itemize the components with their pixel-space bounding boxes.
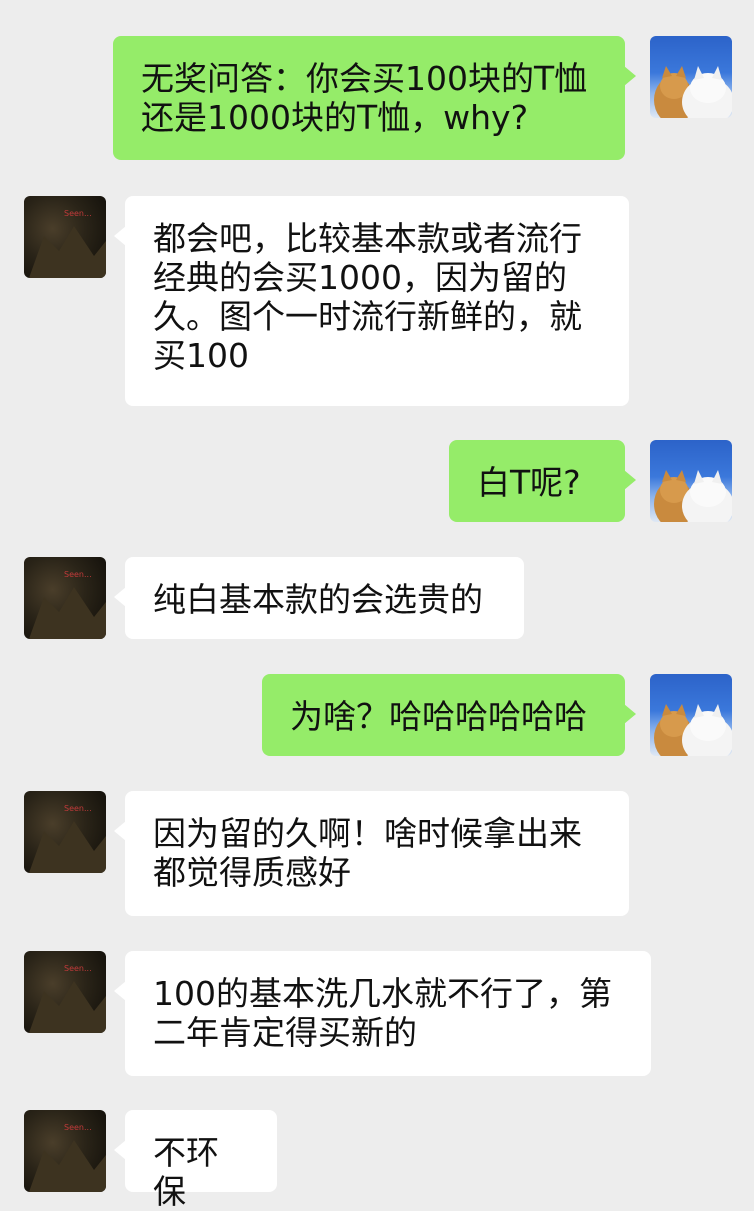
svg-text:Seen...: Seen... xyxy=(64,964,92,973)
contact-avatar[interactable]: Seen... xyxy=(24,557,106,639)
message-bubble-4[interactable]: 纯白基本款的会选贵的 xyxy=(114,557,524,639)
dark-photo-avatar-icon: Seen... xyxy=(29,209,106,278)
dark-photo-avatar-icon: Seen... xyxy=(29,804,106,873)
message-bubble-6[interactable]: 因为留的久啊！啥时候拿出来 都觉得质感好 xyxy=(114,791,629,916)
message-bubble-7[interactable]: 100的基本洗几水就不行了，第 二年肯定得买新的 xyxy=(114,951,651,1076)
contact-avatar[interactable]: Seen... xyxy=(24,951,106,1033)
svg-text:Seen...: Seen... xyxy=(64,804,92,813)
my-avatar[interactable] xyxy=(650,36,732,118)
message-bubble-2[interactable]: 都会吧，比较基本款或者流行 经典的会买1000，因为留的 久。图个一时流行新鲜的… xyxy=(114,196,629,406)
dark-photo-avatar-icon: Seen... xyxy=(29,964,106,1033)
message-bubble-3[interactable]: 白T呢? xyxy=(449,440,636,522)
svg-text:Seen...: Seen... xyxy=(64,570,92,579)
my-avatar[interactable] xyxy=(650,440,732,522)
message-bubble-8[interactable]: 不环保 xyxy=(114,1110,277,1211)
contact-avatar[interactable]: Seen... xyxy=(24,1110,106,1192)
cats-avatar-icon xyxy=(654,470,732,522)
cats-avatar-icon xyxy=(654,66,732,118)
my-avatar[interactable] xyxy=(650,674,732,756)
dark-photo-avatar-icon: Seen... xyxy=(29,1123,106,1192)
svg-text:Seen...: Seen... xyxy=(64,209,92,218)
contact-avatar[interactable]: Seen... xyxy=(24,196,106,278)
dark-photo-avatar-icon: Seen... xyxy=(29,570,106,639)
message-bubble-5[interactable]: 为啥？哈哈哈哈哈哈 xyxy=(262,674,636,756)
message-bubble-1[interactable]: 无奖问答：你会买100块的T恤 还是1000块的T恤，why? xyxy=(113,36,636,160)
cats-avatar-icon xyxy=(654,704,732,756)
contact-avatar[interactable]: Seen... xyxy=(24,791,106,873)
svg-text:Seen...: Seen... xyxy=(64,1123,92,1132)
